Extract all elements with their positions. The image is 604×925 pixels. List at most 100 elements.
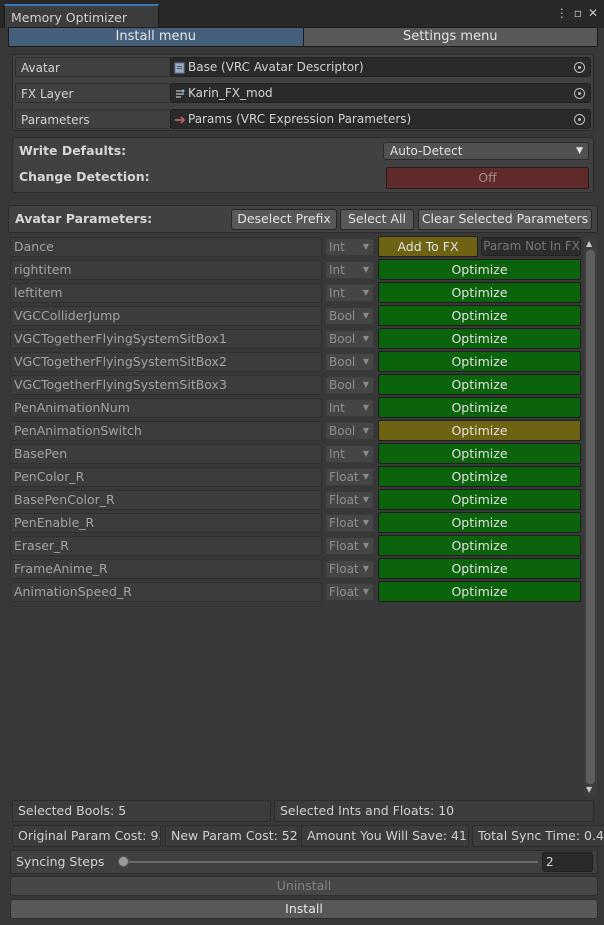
parameter-name[interactable]: VGCTogetherFlyingSystemSitBox3 bbox=[10, 375, 322, 395]
parameter-type-value: Float bbox=[329, 585, 359, 599]
syncing-steps-slider-thumb[interactable] bbox=[118, 856, 129, 867]
parameter-type-dropdown[interactable]: Float ▼ bbox=[325, 491, 374, 509]
parameter-type-dropdown[interactable]: Int ▼ bbox=[325, 284, 374, 302]
parameter-name[interactable]: FrameAnime_R bbox=[10, 559, 322, 579]
parameter-type-dropdown[interactable]: Bool ▼ bbox=[325, 307, 374, 325]
scroll-up-icon[interactable]: ▲ bbox=[586, 239, 592, 248]
optimize-button[interactable]: Optimize bbox=[378, 489, 581, 510]
syncing-steps-input[interactable]: 2 bbox=[542, 852, 593, 872]
add-to-fx-button[interactable]: Add To FX bbox=[378, 236, 478, 257]
parameter-type-dropdown[interactable]: Float ▼ bbox=[325, 560, 374, 578]
parameter-type-dropdown[interactable]: Bool ▼ bbox=[325, 376, 374, 394]
fx-layer-field[interactable]: Karin_FX_mod bbox=[170, 83, 591, 103]
optimize-button[interactable]: Optimize bbox=[378, 397, 581, 418]
install-button[interactable]: Install bbox=[10, 899, 598, 919]
chevron-down-icon: ▼ bbox=[362, 518, 369, 527]
parameter-type-dropdown[interactable]: Float ▼ bbox=[325, 537, 374, 555]
parameter-name[interactable]: rightitem bbox=[10, 260, 322, 280]
parameter-list: Dance Int ▼ Add To FX Param Not In FX rightit… bbox=[8, 236, 583, 796]
parameter-type-dropdown[interactable]: Bool ▼ bbox=[325, 330, 374, 348]
avatar-value: Base (VRC Avatar Descriptor) bbox=[188, 60, 364, 74]
chevron-down-icon: ▼ bbox=[576, 146, 583, 156]
parameter-row: BasePenColor_R Float ▼ Optimize bbox=[8, 489, 583, 512]
parameter-name[interactable]: BasePenColor_R bbox=[10, 490, 322, 510]
parameter-name[interactable]: BasePen bbox=[10, 444, 322, 464]
object-picker-icon[interactable] bbox=[574, 62, 585, 73]
parameter-name[interactable]: PenColor_R bbox=[10, 467, 322, 487]
tab-settings-menu[interactable]: Settings menu bbox=[303, 28, 597, 46]
optimize-button[interactable]: Optimize bbox=[378, 443, 581, 464]
window-tab[interactable]: Memory Optimizer bbox=[4, 4, 159, 28]
parameter-name[interactable]: PenAnimationNum bbox=[10, 398, 322, 418]
parameter-type-dropdown[interactable]: Int ▼ bbox=[325, 238, 374, 256]
optimize-button[interactable]: Optimize bbox=[378, 259, 581, 280]
parameter-type-dropdown[interactable]: Int ▼ bbox=[325, 445, 374, 463]
close-icon[interactable]: ✕ bbox=[588, 6, 598, 24]
scrollbar-thumb[interactable] bbox=[586, 250, 595, 784]
optimize-button[interactable]: Optimize bbox=[378, 512, 581, 533]
original-param-cost-stat: Original Param Cost: 93 bbox=[12, 825, 161, 847]
chevron-down-icon: ▼ bbox=[362, 242, 369, 251]
parameter-row: Eraser_R Float ▼ Optimize bbox=[8, 535, 583, 558]
optimize-button[interactable]: Optimize bbox=[378, 374, 581, 395]
parameter-name[interactable]: PenAnimationSwitch bbox=[10, 421, 322, 441]
parameter-name[interactable]: Dance bbox=[10, 237, 322, 257]
parameter-name[interactable]: PenEnable_R bbox=[10, 513, 322, 533]
new-param-cost-stat: New Param Cost: 52 bbox=[165, 825, 298, 847]
optimize-button[interactable]: Optimize bbox=[378, 282, 581, 303]
chevron-down-icon: ▼ bbox=[362, 334, 369, 343]
optimize-button[interactable]: Optimize bbox=[378, 351, 581, 372]
parameter-type-value: Int bbox=[329, 447, 345, 461]
optimize-button[interactable]: Optimize bbox=[378, 558, 581, 579]
parameter-type-value: Bool bbox=[329, 424, 356, 438]
parameter-name[interactable]: AnimationSpeed_R bbox=[10, 582, 322, 602]
chevron-down-icon: ▼ bbox=[362, 426, 369, 435]
parameter-type-dropdown[interactable]: Float ▼ bbox=[325, 514, 374, 532]
scroll-down-icon[interactable]: ▼ bbox=[586, 785, 592, 794]
optimize-button[interactable]: Optimize bbox=[378, 305, 581, 326]
change-detection-toggle[interactable]: Off bbox=[386, 167, 589, 189]
object-picker-icon[interactable] bbox=[574, 114, 585, 125]
parameter-type-dropdown[interactable]: Bool ▼ bbox=[325, 353, 374, 371]
optimize-button[interactable]: Optimize bbox=[378, 466, 581, 487]
parameter-type-dropdown[interactable]: Float ▼ bbox=[325, 468, 374, 486]
syncing-steps-slider-track[interactable] bbox=[120, 861, 538, 863]
syncing-steps-label: Syncing Steps bbox=[16, 854, 105, 869]
parameter-type-value: Float bbox=[329, 470, 359, 484]
parameters-field[interactable]: Params (VRC Expression Parameters) bbox=[170, 109, 591, 129]
optimize-button[interactable]: Optimize bbox=[378, 420, 581, 441]
parameter-name[interactable]: VGCColliderJump bbox=[10, 306, 322, 326]
parameter-type-dropdown[interactable]: Int ▼ bbox=[325, 261, 374, 279]
parameter-name[interactable]: Eraser_R bbox=[10, 536, 322, 556]
parameter-row: AnimationSpeed_R Float ▼ Optimize bbox=[8, 581, 583, 604]
write-defaults-dropdown[interactable]: Auto-Detect ▼ bbox=[383, 142, 589, 160]
parameter-name[interactable]: VGCTogetherFlyingSystemSitBox1 bbox=[10, 329, 322, 349]
parameter-row: PenColor_R Float ▼ Optimize bbox=[8, 466, 583, 489]
optimize-button[interactable]: Optimize bbox=[378, 328, 581, 349]
parameter-name[interactable]: leftitem bbox=[10, 283, 322, 303]
window-title: Memory Optimizer bbox=[11, 10, 127, 25]
avatar-descriptor-icon bbox=[174, 61, 186, 74]
parameter-name[interactable]: VGCTogetherFlyingSystemSitBox2 bbox=[10, 352, 322, 372]
expression-parameters-icon bbox=[174, 113, 186, 125]
parameter-row: VGCColliderJump Bool ▼ Optimize bbox=[8, 305, 583, 328]
deselect-prefix-button[interactable]: Deselect Prefix bbox=[231, 209, 337, 230]
chevron-down-icon: ▼ bbox=[362, 587, 369, 596]
parameter-type-value: Float bbox=[329, 562, 359, 576]
optimize-button[interactable]: Optimize bbox=[378, 535, 581, 556]
parameter-type-dropdown[interactable]: Bool ▼ bbox=[325, 422, 374, 440]
more-vert-icon[interactable]: ⋮ bbox=[556, 6, 568, 24]
optimize-button[interactable]: Optimize bbox=[378, 581, 581, 602]
parameter-type-dropdown[interactable]: Float ▼ bbox=[325, 583, 374, 601]
maximize-icon[interactable]: ▫ bbox=[574, 6, 582, 24]
avatar-field[interactable]: Base (VRC Avatar Descriptor) bbox=[170, 57, 591, 77]
parameter-type-dropdown[interactable]: Int ▼ bbox=[325, 399, 374, 417]
tab-install-menu[interactable]: Install menu bbox=[9, 28, 304, 46]
chevron-down-icon: ▼ bbox=[362, 265, 369, 274]
parameter-list-scrollbar[interactable]: ▲ ▼ bbox=[584, 237, 597, 797]
uninstall-button[interactable]: Uninstall bbox=[10, 876, 598, 896]
clear-selected-parameters-button[interactable]: Clear Selected Parameters bbox=[418, 209, 592, 230]
select-all-button[interactable]: Select All bbox=[340, 209, 414, 230]
avatar-label: Avatar bbox=[15, 57, 171, 77]
object-picker-icon[interactable] bbox=[574, 88, 585, 99]
